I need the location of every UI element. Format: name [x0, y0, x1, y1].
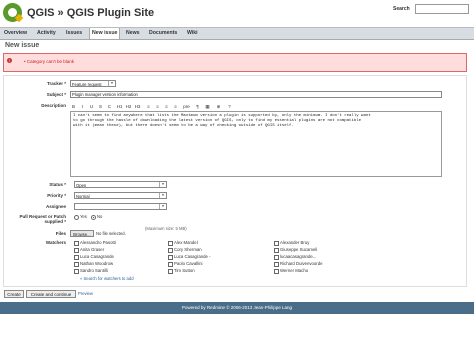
description-label: Description	[41, 103, 66, 108]
paragraph-button[interactable]: ¶	[194, 103, 201, 110]
pr-no-radio[interactable]	[91, 215, 96, 220]
tracker-label: Tracker *	[46, 81, 66, 86]
watcher-checkbox[interactable]	[274, 255, 279, 260]
chevron-down-icon: ▾	[108, 81, 115, 86]
subject-label: Subject *	[46, 92, 66, 97]
tab-wiki[interactable]: Wiki	[187, 30, 198, 36]
assignee-label: Assignee	[45, 204, 66, 209]
watcher-name: Alessandro Pasotti	[80, 240, 116, 245]
tab-new-issue[interactable]: New issue	[89, 28, 121, 39]
priority-label: Priority *	[47, 193, 66, 198]
error-message: • Category can't be blank	[24, 59, 74, 64]
italic-button[interactable]: I	[79, 103, 86, 110]
watcher-checkbox[interactable]	[168, 262, 173, 267]
unordered-list-button[interactable]: ≡	[145, 103, 152, 110]
tracker-value: Feature request	[72, 82, 102, 87]
search-label: Search	[393, 6, 410, 12]
tracker-select[interactable]: Feature request ▾	[70, 80, 116, 87]
watcher-name: Alexander Bruy	[280, 240, 310, 245]
strike-button[interactable]: S	[97, 103, 104, 110]
page-title: New issue	[5, 42, 40, 49]
watcher-name: lucaacasagrande...	[280, 254, 317, 259]
link-icon[interactable]: ⊕	[215, 103, 222, 110]
max-size-text: (Maximum size: 5 MB)	[145, 226, 187, 231]
watcher-name: Anita Graser	[80, 247, 105, 252]
help-icon[interactable]: ?	[226, 103, 233, 110]
status-select[interactable]: Open ▾	[74, 181, 167, 188]
pr-no-label: No	[97, 214, 103, 219]
watcher-name: Werner Macho	[280, 268, 309, 273]
status-label: Status *	[49, 182, 66, 187]
watcher-name: Sandro Santilli	[80, 268, 108, 273]
watcher-name: Richard Duivenvoorde	[280, 261, 323, 266]
description-line: with it (mean these), but there doesn't …	[73, 124, 294, 128]
no-file-text: No file selected.	[96, 231, 126, 236]
h2-button[interactable]: H2	[125, 103, 132, 110]
watcher-name: Luca Casagrande	[80, 254, 114, 259]
watcher-checkbox[interactable]	[74, 241, 79, 246]
assignee-select[interactable]: ▾	[74, 203, 167, 210]
watcher-checkbox[interactable]	[274, 241, 279, 246]
page-bottom	[0, 314, 474, 345]
description-textarea[interactable]: I can't seem to find anywhere that lists…	[70, 111, 442, 177]
search-watchers-link[interactable]: » Search for watchers to add	[80, 276, 134, 281]
underline-button[interactable]: U	[88, 103, 95, 110]
image-icon[interactable]: ▦	[204, 103, 211, 110]
browse-button[interactable]: Browse...	[70, 230, 94, 237]
status-value: Open	[76, 183, 87, 188]
watcher-name: Giuseppe Sucameli	[280, 247, 318, 252]
chevron-down-icon: ▾	[159, 204, 166, 209]
editor-toolbar: B I U S C H1 H2 H3 ≡ ≡ ≡ ≡ pre ¶ ▦ ⊕ ?	[70, 103, 245, 110]
watcher-checkbox[interactable]	[74, 248, 79, 253]
watchers-label: Watchers	[45, 240, 66, 245]
watcher-checkbox[interactable]	[274, 248, 279, 253]
pull-request-label: Pull Request or Patch supplied *	[19, 214, 66, 224]
chevron-down-icon: ▾	[159, 182, 166, 187]
create-continue-button[interactable]: Create and continue	[26, 290, 76, 298]
watcher-name: Paolo Cavallini	[174, 261, 203, 266]
indent-button[interactable]: ≡	[172, 103, 179, 110]
main-nav: Overview Activity Issues New issue News …	[0, 27, 474, 40]
footer: Powered by Redmine © 2006-2013 Jean-Phil…	[0, 302, 474, 314]
tab-documents[interactable]: Documents	[149, 30, 177, 36]
pr-yes-radio[interactable]	[74, 215, 79, 220]
bold-button[interactable]: B	[70, 103, 77, 110]
subject-input[interactable]: Plugin manager version information	[70, 91, 442, 98]
watcher-checkbox[interactable]	[74, 269, 79, 274]
watcher-name: Tim Sutton	[174, 268, 195, 273]
watcher-name: Luca Casagrande -	[174, 254, 211, 259]
watcher-checkbox[interactable]	[274, 262, 279, 267]
error-icon: !	[7, 58, 12, 63]
ordered-list-button[interactable]: ≡	[154, 103, 161, 110]
watcher-checkbox[interactable]	[74, 262, 79, 267]
watcher-name: Nathan Woodrow	[80, 261, 114, 266]
h1-button[interactable]: H1	[116, 103, 123, 110]
tab-overview[interactable]: Overview	[4, 30, 27, 36]
files-label: Files	[55, 231, 66, 236]
watcher-name: Cory Sherman	[174, 247, 202, 252]
watcher-name: Alex Mandel	[174, 240, 198, 245]
create-button[interactable]: Create	[4, 290, 24, 298]
priority-select[interactable]: Normal ▾	[74, 192, 167, 199]
watcher-checkbox[interactable]	[168, 241, 173, 246]
priority-value: Normal	[76, 194, 90, 199]
pr-yes-label: Yes	[80, 214, 87, 219]
watcher-checkbox[interactable]	[274, 269, 279, 274]
site-title[interactable]: QGIS » QGIS Plugin Site	[27, 7, 154, 19]
watcher-checkbox[interactable]	[168, 255, 173, 260]
watcher-checkbox[interactable]	[74, 255, 79, 260]
tab-activity[interactable]: Activity	[37, 30, 56, 36]
watcher-checkbox[interactable]	[168, 248, 173, 253]
tab-issues[interactable]: Issues	[66, 30, 82, 36]
chevron-down-icon: ▾	[159, 193, 166, 198]
h3-button[interactable]: H3	[134, 103, 141, 110]
top-header: QGIS » QGIS Plugin Site Search	[0, 0, 474, 26]
code-button[interactable]: C	[106, 103, 113, 110]
pre-button[interactable]: pre	[183, 103, 190, 110]
tab-news[interactable]: News	[126, 30, 140, 36]
watcher-checkbox[interactable]	[168, 269, 173, 274]
preview-link[interactable]: Preview	[78, 291, 93, 296]
outdent-button[interactable]: ≡	[163, 103, 170, 110]
search-input[interactable]	[415, 4, 469, 14]
